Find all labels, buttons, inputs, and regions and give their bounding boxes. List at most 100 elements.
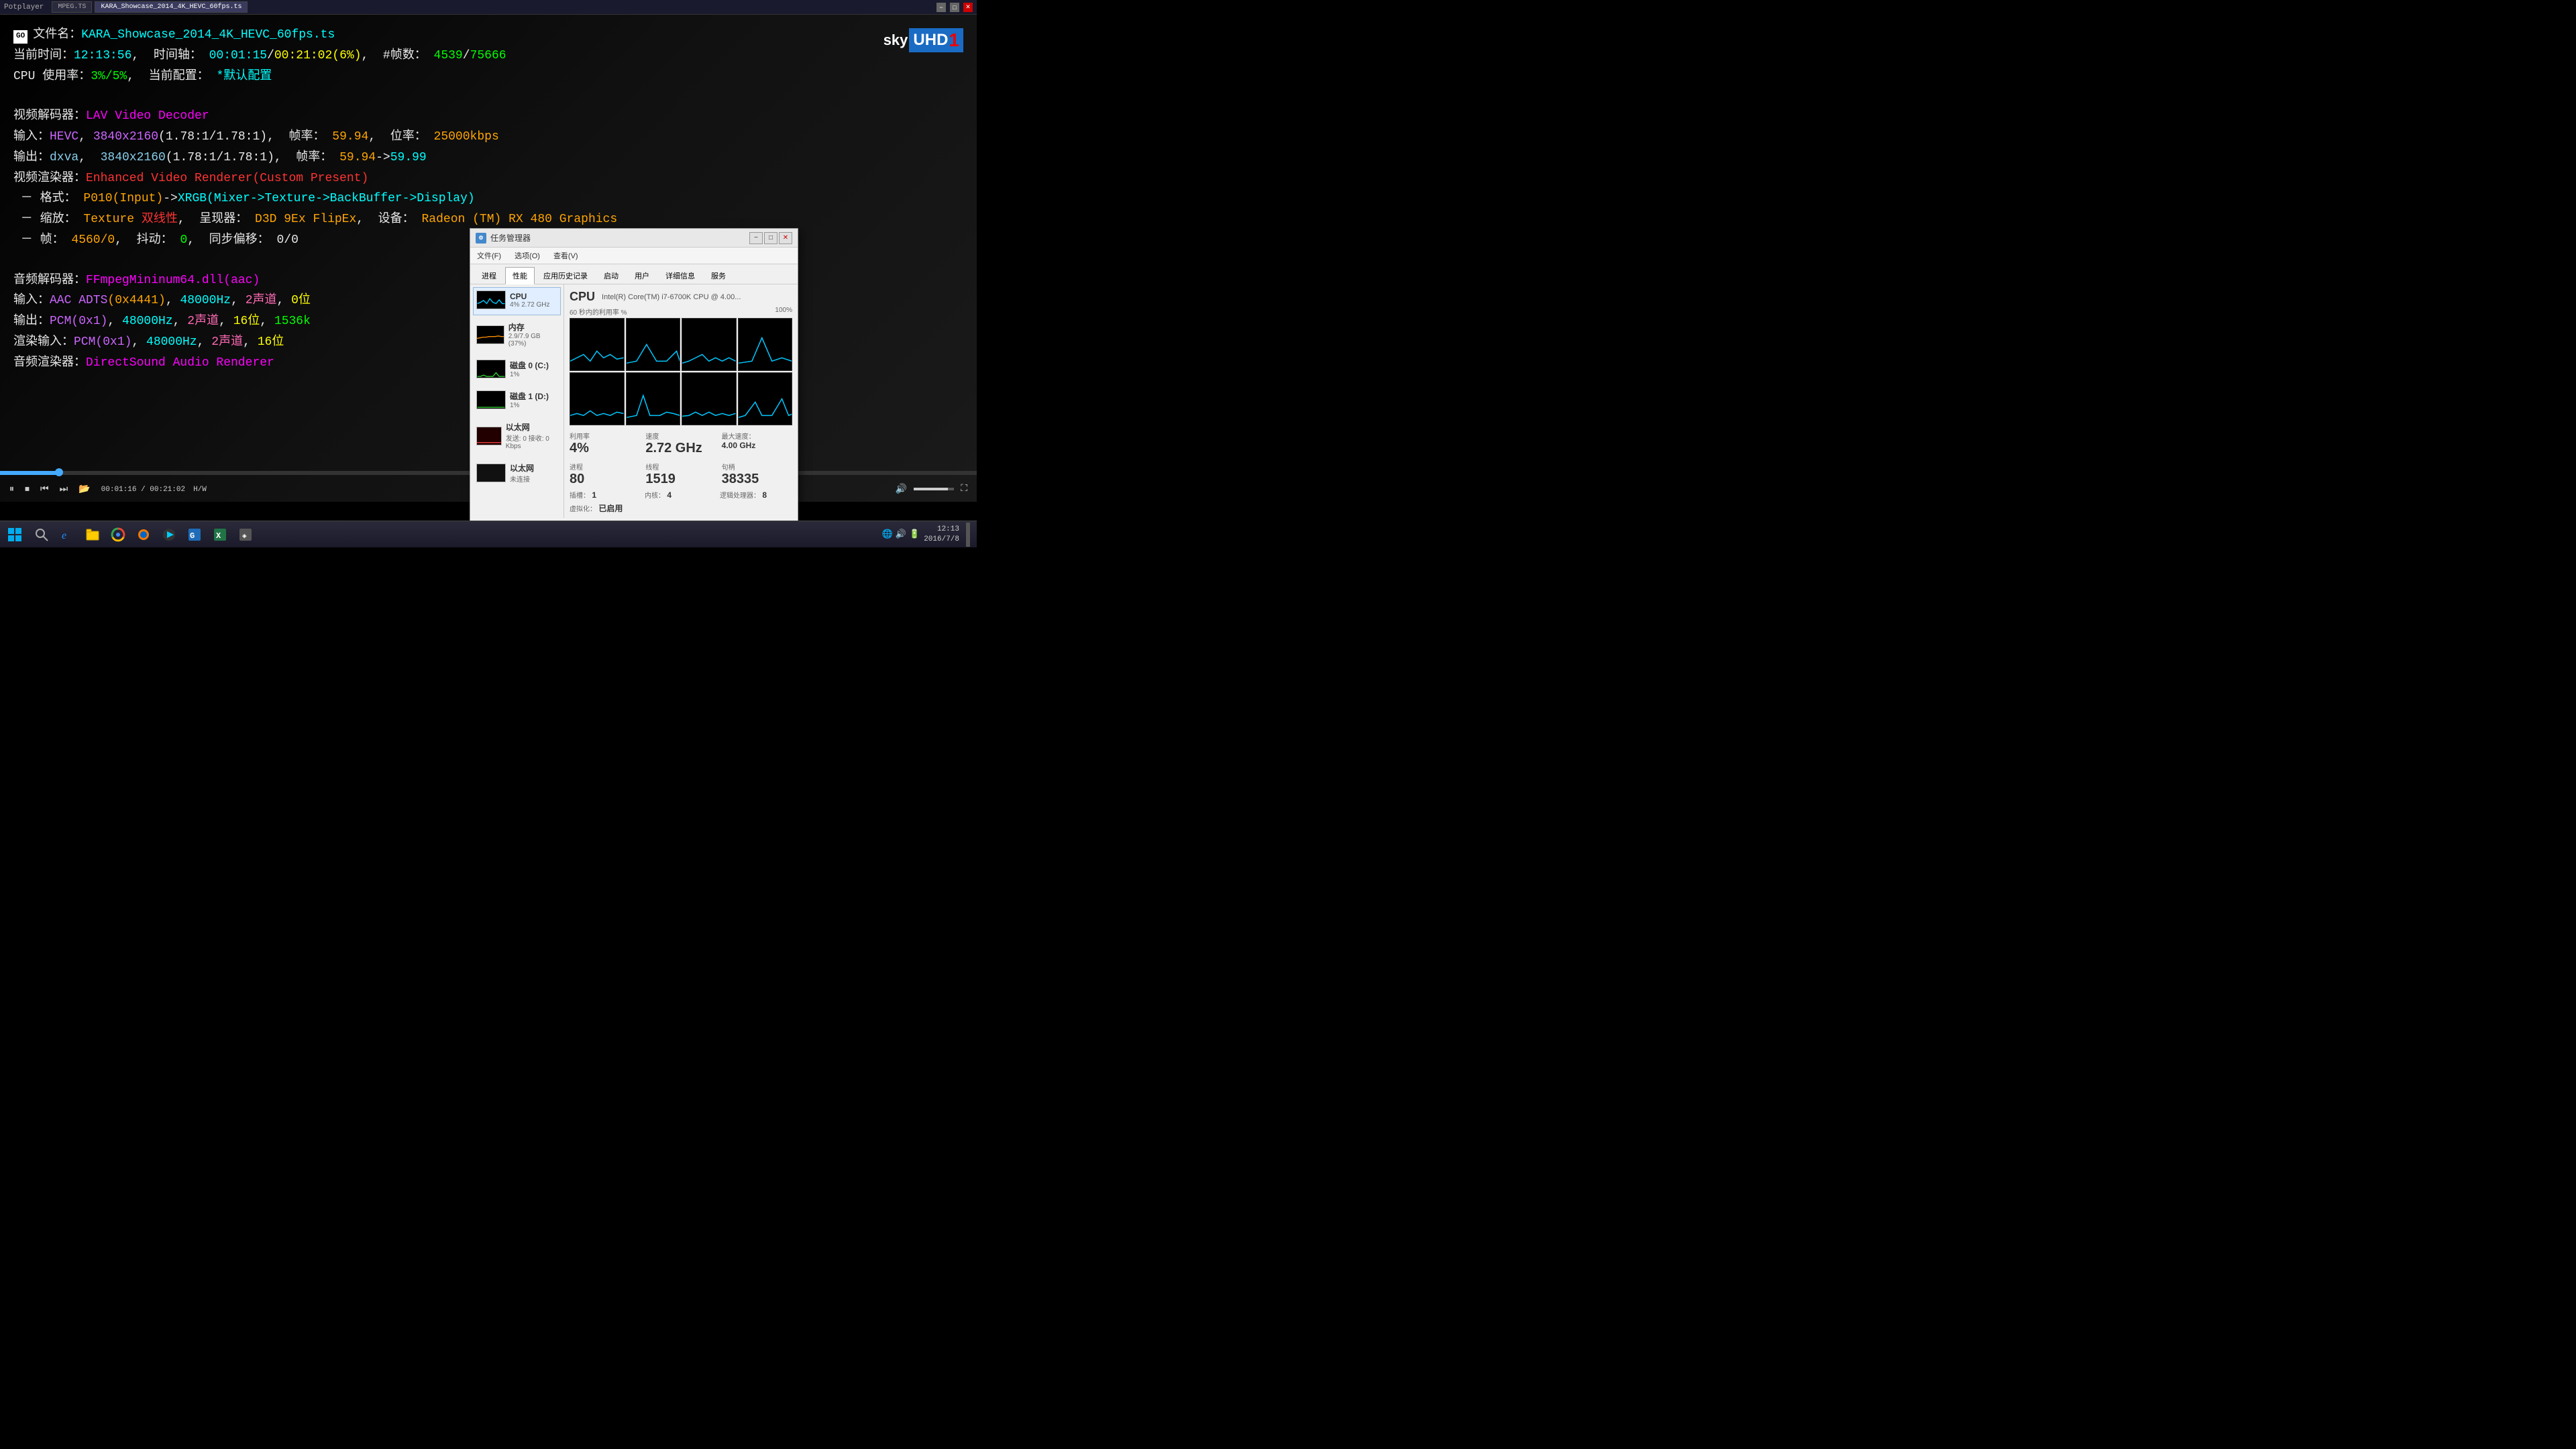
prev-button[interactable]: ⏮ (38, 483, 52, 496)
stop-button[interactable]: ⏹ (22, 483, 32, 496)
next-button[interactable]: ⏭ (57, 483, 71, 496)
tm-tab-startup[interactable]: 启动 (596, 267, 626, 284)
arinput-sep3: , (243, 333, 258, 352)
taskbar-item-potplayer[interactable] (157, 523, 181, 547)
tab-mpeg[interactable]: MPEG.TS (52, 1, 92, 13)
resource-ethernet-inactive[interactable]: 以太网 未连接 (473, 459, 561, 490)
tm-maximize-button[interactable]: □ (764, 232, 777, 244)
potplayer-icon (162, 527, 176, 542)
ie-icon: e (60, 527, 74, 542)
taskbar-item-chrome[interactable] (106, 523, 130, 547)
taskbar-item-excel[interactable]: X (208, 523, 232, 547)
tm-menu-view[interactable]: 查看(V) (551, 249, 581, 262)
time-line: 当前时间： 12:13:56 , 时间轴： 00:01:15 / 00:21:0… (13, 46, 617, 66)
play-pause-button[interactable]: ⏸ (7, 483, 17, 496)
taskbar-item-app8[interactable]: ◈ (233, 523, 258, 547)
vout-sep: , (78, 148, 100, 168)
vinput-ratio: (1.78:1/1.78:1) (158, 127, 267, 147)
taskbar-item-explorer[interactable] (80, 523, 105, 547)
taskbar-clock[interactable]: 12:13 2016/7/8 (924, 525, 959, 544)
volume-icon[interactable]: 🔊 (896, 529, 906, 539)
frame-value: 4560/0 (71, 231, 115, 250)
tm-close-button[interactable]: ✕ (779, 232, 792, 244)
core7-svg (739, 373, 792, 425)
resource-cpu[interactable]: CPU 4% 2.72 GHz (473, 287, 561, 315)
resource-disk0[interactable]: 磁盘 0 (C:) 1% (473, 356, 561, 384)
arinput-sep1: , (131, 333, 146, 352)
cpu-speed-label: 速度 (645, 431, 716, 441)
tm-menu-options[interactable]: 选项(O) (512, 249, 543, 262)
disk0-resource-info: 磁盘 0 (C:) 1% (510, 360, 549, 378)
taskbar-item-firefox[interactable] (131, 523, 156, 547)
cpu-cores-value: 4 (667, 490, 672, 500)
sync-label: , 同步偏移： (187, 231, 276, 250)
close-button[interactable]: ✕ (963, 3, 973, 12)
cpu-sockets-value: 1 (592, 490, 596, 500)
resource-ethernet-active[interactable]: 以太网 发送: 0 接收: 0 Kbps (473, 418, 561, 456)
resource-disk0-header: 磁盘 0 (C:) 1% (476, 360, 557, 378)
fmt-output: XRGB(Mixer->Texture->BackBuffer->Display… (178, 189, 475, 209)
cpu-graph-label-text: 60 秒内的利用率 % (570, 307, 627, 317)
cpu-resource-detail: 4% 2.72 GHz (510, 301, 549, 309)
cpu-mini-graph (476, 290, 506, 309)
tm-tab-services[interactable]: 服务 (704, 267, 733, 284)
chrome-icon (111, 527, 125, 542)
cpu-core-4-graph (570, 372, 625, 425)
fullscreen-button[interactable]: ⛶ (958, 482, 970, 496)
cpu-handles-value: 38335 (722, 472, 792, 487)
vdec-value: LAV Video Decoder (86, 107, 209, 126)
vinput-fr: 59.94 (332, 127, 368, 147)
windows-icon (7, 527, 22, 542)
clock-date: 2016/7/8 (924, 535, 959, 544)
maximize-button[interactable]: □ (950, 3, 959, 12)
open-button[interactable]: 📂 (76, 482, 93, 496)
cpu-logical-value: 8 (762, 490, 767, 500)
cpu-core-1-graph (626, 318, 681, 371)
aout-codec: PCM(0x1) (50, 312, 107, 331)
cpu-core-2-graph (682, 318, 737, 371)
taskbar-item-app6[interactable]: G (182, 523, 207, 547)
timeline-total: 00:21:02 (274, 46, 332, 66)
tm-right-panel: CPU Intel(R) Core(TM) i7-6700K CPU @ 4.0… (564, 284, 798, 518)
arend-label: 音频渲染器： (13, 354, 86, 373)
sky-text: sky (883, 32, 908, 49)
start-button[interactable] (3, 523, 27, 547)
eth-active-mini-svg (477, 427, 501, 445)
eth-active-resource-info: 以太网 发送: 0 接收: 0 Kbps (506, 421, 557, 450)
core3-svg (739, 319, 792, 370)
cpu-virt-info: 虚拟化： 已启用 (570, 502, 642, 514)
disk0-mini-graph (476, 360, 506, 378)
tab-file[interactable]: KARA_Showcase_2014_4K_HEVC_60fps.ts (95, 1, 248, 13)
frames-total: 75666 (470, 46, 506, 66)
tm-menu-file[interactable]: 文件(F) (474, 249, 504, 262)
svg-text:e: e (62, 530, 66, 541)
taskbar-item-search[interactable] (30, 523, 54, 547)
tm-menu-bar: 文件(F) 选项(O) 查看(V) (470, 248, 798, 264)
cpu-graph-area: 60 秒内的利用率 % 100% (570, 307, 792, 425)
tm-minimize-button[interactable]: − (749, 232, 763, 244)
filename-value: KARA_Showcase_2014_4K_HEVC_60fps.ts (81, 25, 335, 45)
vdec-label: 视频解码器： (13, 107, 86, 126)
resource-disk1[interactable]: 磁盘 1 (D:) 1% (473, 387, 561, 415)
scale-dash: － 缩放： (13, 210, 83, 229)
taskbar-item-ie[interactable]: e (55, 523, 79, 547)
tm-tab-app-history[interactable]: 应用历史记录 (536, 267, 595, 284)
vout-type: dxva (50, 148, 78, 168)
core0-svg (570, 319, 624, 370)
resource-eth-inactive-header: 以太网 未连接 (476, 462, 557, 484)
tm-tab-details[interactable]: 详细信息 (658, 267, 702, 284)
video-input-line: 输入： HEVC , 3840x2160 (1.78:1/1.78:1) , 帧… (13, 127, 617, 147)
tm-tab-users[interactable]: 用户 (627, 267, 657, 284)
mute-button[interactable]: 🔊 (893, 482, 910, 496)
show-desktop-button[interactable] (966, 523, 970, 547)
tm-body: CPU 4% 2.72 GHz 内存 2.9/7.9 GB (37%) (470, 284, 798, 518)
tm-tab-performance[interactable]: 性能 (505, 267, 535, 284)
minimize-button[interactable]: − (936, 3, 946, 12)
tm-tab-process[interactable]: 进程 (474, 267, 504, 284)
vout-fr-to: 59.99 (390, 148, 427, 168)
eth-active-resource-detail: 发送: 0 接收: 0 Kbps (506, 433, 557, 450)
volume-bar[interactable] (914, 488, 954, 490)
resource-memory[interactable]: 内存 2.9/7.9 GB (37%) (473, 318, 561, 354)
cpu-processes-stat: 进程 80 (570, 462, 640, 487)
ainput-sep3: , (277, 291, 292, 311)
